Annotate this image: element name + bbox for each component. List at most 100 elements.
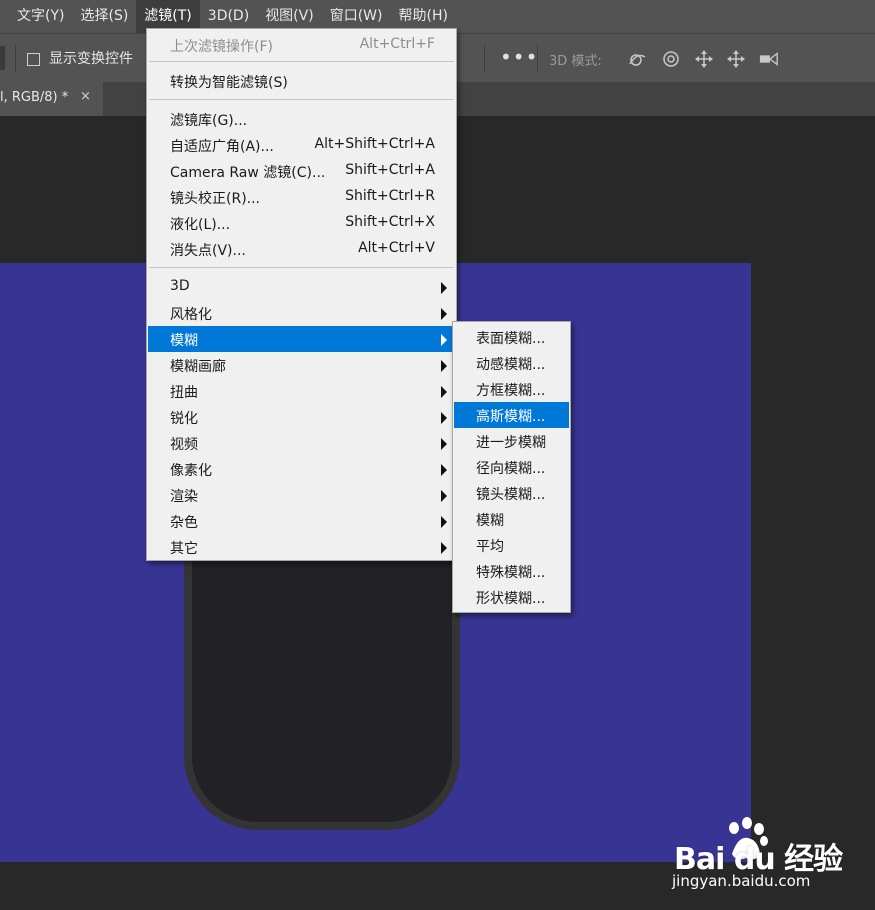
menu-divider <box>149 61 454 62</box>
menu-item-video[interactable]: 视频 <box>148 430 455 456</box>
menu-item-label: 渲染 <box>170 489 198 505</box>
menu-item-label: 模糊画廊 <box>170 359 226 375</box>
menu-item-sharpen[interactable]: 锐化 <box>148 404 455 430</box>
submenu-item-motion-blur[interactable]: 动感模糊... <box>454 350 569 376</box>
menu-item-label: 动感模糊... <box>476 357 546 373</box>
close-icon[interactable]: × <box>80 89 91 104</box>
submenu-arrow-icon <box>441 490 447 502</box>
slide-3d-icon[interactable] <box>726 49 746 69</box>
menu-item-label: 高斯模糊... <box>476 409 546 425</box>
submenu-item-shape-blur[interactable]: 形状模糊... <box>454 584 569 610</box>
toolbar-divider <box>537 44 538 72</box>
baidu-jingyan-watermark: Bai du 经验 jingyan.baidu.com <box>668 814 858 894</box>
pan-3d-icon[interactable] <box>694 49 714 69</box>
menu-item-shortcut: Alt+Ctrl+F <box>359 36 435 52</box>
blur-submenu: 表面模糊... 动感模糊... 方框模糊... 高斯模糊... 进一步模糊 径向… <box>452 321 571 613</box>
menu-item-3d[interactable]: 3D <box>148 274 455 300</box>
submenu-item-surface-blur[interactable]: 表面模糊... <box>454 324 569 350</box>
menu-item-label: 方框模糊... <box>476 383 546 399</box>
3d-mode-label: 3D 模式: <box>549 54 602 69</box>
menu-item-label: 杂色 <box>170 515 198 531</box>
menu-item-filter-gallery[interactable]: 滤镜库(G)... <box>148 106 455 132</box>
menu-item-last-filter: 上次滤镜操作(F) Alt+Ctrl+F <box>148 32 455 58</box>
orbit-3d-icon[interactable] <box>627 49 647 69</box>
submenu-item-gaussian-blur[interactable]: 高斯模糊... <box>454 402 569 428</box>
submenu-arrow-icon <box>441 282 447 294</box>
submenu-arrow-icon <box>441 464 447 476</box>
menu-item-label: 模糊 <box>170 333 198 349</box>
menu-item-distort[interactable]: 扭曲 <box>148 378 455 404</box>
menu-item-label: 3D <box>170 278 190 294</box>
menu-item-label: 自适应广角(A)... <box>170 139 274 155</box>
submenu-arrow-icon <box>441 438 447 450</box>
submenu-arrow-icon <box>441 516 447 528</box>
submenu-item-smart-blur[interactable]: 特殊模糊... <box>454 558 569 584</box>
submenu-item-radial-blur[interactable]: 径向模糊... <box>454 454 569 480</box>
menu-divider <box>149 99 454 100</box>
menu-item-shortcut: Alt+Shift+Ctrl+A <box>314 136 435 152</box>
menu-item-label: 表面模糊... <box>476 331 546 347</box>
submenu-item-average[interactable]: 平均 <box>454 532 569 558</box>
tool-preset-button[interactable] <box>0 46 5 70</box>
menu-item-label: 形状模糊... <box>476 591 546 607</box>
menu-item-liquify[interactable]: 液化(L)... Shift+Ctrl+X <box>148 210 455 236</box>
menu-item-label: 模糊 <box>476 513 504 529</box>
submenu-item-blur[interactable]: 模糊 <box>454 506 569 532</box>
menu-item-vanishing-point[interactable]: 消失点(V)... Alt+Ctrl+V <box>148 236 455 262</box>
menu-item-label: 径向模糊... <box>476 461 546 477</box>
submenu-arrow-icon <box>441 308 447 320</box>
submenu-arrow-icon <box>441 412 447 424</box>
filter-menu: 上次滤镜操作(F) Alt+Ctrl+F 转换为智能滤镜(S) 滤镜库(G)..… <box>146 28 457 561</box>
roll-3d-icon[interactable] <box>661 49 681 69</box>
menu-item-label: 扭曲 <box>170 385 198 401</box>
menu-item-label: Camera Raw 滤镜(C)... <box>170 165 326 181</box>
submenu-arrow-icon <box>441 360 447 372</box>
menu-item-noise[interactable]: 杂色 <box>148 508 455 534</box>
submenu-item-blur-more[interactable]: 进一步模糊 <box>454 428 569 454</box>
toolbar-divider <box>15 44 16 72</box>
menu-item-label: 转换为智能滤镜(S) <box>170 75 288 91</box>
watermark-url: jingyan.baidu.com <box>672 872 811 890</box>
menu-item-label: 消失点(V)... <box>170 243 246 259</box>
submenu-arrow-icon <box>441 386 447 398</box>
menu-item-shortcut: Alt+Ctrl+V <box>358 240 435 256</box>
menu-item-label: 进一步模糊 <box>476 435 546 451</box>
menu-divider <box>149 267 454 268</box>
menu-item-label: 锐化 <box>170 411 198 427</box>
menu-item-shortcut: Shift+Ctrl+A <box>345 162 435 178</box>
more-options-button[interactable]: ••• <box>500 45 538 69</box>
menu-item-blur-gallery[interactable]: 模糊画廊 <box>148 352 455 378</box>
menu-item-label: 风格化 <box>170 307 212 323</box>
submenu-item-box-blur[interactable]: 方框模糊... <box>454 376 569 402</box>
menu-item-camera-raw[interactable]: Camera Raw 滤镜(C)... Shift+Ctrl+A <box>148 158 455 184</box>
document-tab[interactable]: l, RGB/8) * × <box>0 82 103 116</box>
menu-item-render[interactable]: 渲染 <box>148 482 455 508</box>
menu-item-label: 平均 <box>476 539 504 555</box>
menu-item-shortcut: Shift+Ctrl+R <box>345 188 435 204</box>
menu-item-label: 滤镜库(G)... <box>170 113 248 129</box>
menu-item-convert-smart-filter[interactable]: 转换为智能滤镜(S) <box>148 68 455 94</box>
menu-select[interactable]: 选择(S) <box>72 0 136 33</box>
submenu-arrow-icon <box>441 542 447 554</box>
submenu-arrow-icon <box>441 334 447 346</box>
show-transform-checkbox[interactable] <box>27 53 40 66</box>
menu-item-label: 其它 <box>170 541 198 557</box>
menu-item-pixelate[interactable]: 像素化 <box>148 456 455 482</box>
menu-item-label: 镜头模糊... <box>476 487 546 503</box>
toolbar-divider <box>484 44 485 72</box>
menu-item-label: 上次滤镜操作(F) <box>170 39 273 55</box>
menu-item-other[interactable]: 其它 <box>148 534 455 560</box>
menu-item-adaptive-wide-angle[interactable]: 自适应广角(A)... Alt+Shift+Ctrl+A <box>148 132 455 158</box>
menu-text[interactable]: 文字(Y) <box>0 0 72 33</box>
menu-item-blur[interactable]: 模糊 <box>148 326 455 352</box>
scale-3d-icon[interactable] <box>759 49 779 69</box>
menu-item-stylize[interactable]: 风格化 <box>148 300 455 326</box>
menu-item-shortcut: Shift+Ctrl+X <box>345 214 435 230</box>
menu-item-label: 液化(L)... <box>170 217 231 233</box>
document-tab-title: l, RGB/8) * <box>0 90 69 105</box>
submenu-item-lens-blur[interactable]: 镜头模糊... <box>454 480 569 506</box>
menu-item-lens-correction[interactable]: 镜头校正(R)... Shift+Ctrl+R <box>148 184 455 210</box>
menu-item-label: 镜头校正(R)... <box>170 191 261 207</box>
show-transform-label: 显示变换控件 <box>49 51 133 67</box>
menu-item-label: 特殊模糊... <box>476 565 546 581</box>
